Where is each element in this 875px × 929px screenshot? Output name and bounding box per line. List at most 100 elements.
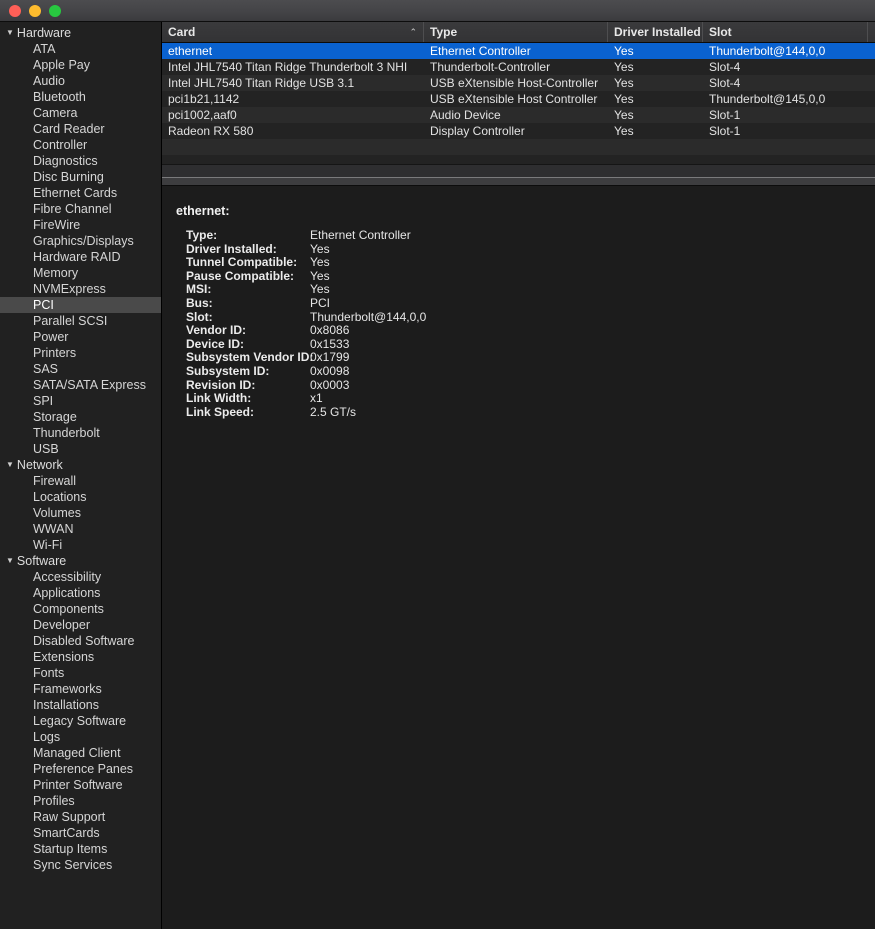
sidebar-group-network[interactable]: ▼Network <box>0 457 161 473</box>
sidebar-group-label: Network <box>17 457 63 473</box>
sidebar-group-software[interactable]: ▼Software <box>0 553 161 569</box>
table-row[interactable]: ethernetEthernet ControllerYesThunderbol… <box>162 43 875 59</box>
triangle-down-icon[interactable]: ▼ <box>6 29 14 37</box>
column-header-card[interactable]: Card⌃ <box>162 22 424 42</box>
close-window-button[interactable] <box>9 5 21 17</box>
sidebar-item-locations[interactable]: Locations <box>0 489 161 505</box>
sidebar-item-power[interactable]: Power <box>0 329 161 345</box>
cell-extra <box>868 43 875 59</box>
triangle-down-icon[interactable]: ▼ <box>6 557 14 565</box>
sidebar-item-profiles[interactable]: Profiles <box>0 793 161 809</box>
sidebar-item-graphics-displays[interactable]: Graphics/Displays <box>0 233 161 249</box>
sidebar-item-fibre-channel[interactable]: Fibre Channel <box>0 201 161 217</box>
sidebar-item-usb[interactable]: USB <box>0 441 161 457</box>
sidebar-item-memory[interactable]: Memory <box>0 265 161 281</box>
detail-property-row: Subsystem Vendor ID:0x1799 <box>186 351 875 365</box>
window-content: ▼HardwareATAApple PayAudioBluetoothCamer… <box>0 22 875 929</box>
detail-property-row: Driver Installed:Yes <box>186 243 875 257</box>
chevron-up-icon: ⌃ <box>409 22 417 42</box>
sidebar-item-firewall[interactable]: Firewall <box>0 473 161 489</box>
cell-type: USB eXtensible Host Controller <box>424 91 608 107</box>
sidebar-item-raw-support[interactable]: Raw Support <box>0 809 161 825</box>
sidebar-item-frameworks[interactable]: Frameworks <box>0 681 161 697</box>
sidebar-item-applications[interactable]: Applications <box>0 585 161 601</box>
triangle-down-icon[interactable]: ▼ <box>6 461 14 469</box>
sidebar-item-camera[interactable]: Camera <box>0 105 161 121</box>
cell-extra <box>868 107 875 123</box>
detail-property-row: Vendor ID:0x8086 <box>186 324 875 338</box>
detail-property-label: Subsystem ID: <box>186 365 310 379</box>
cell-card: ethernet <box>162 43 424 59</box>
detail-property-label: Type: <box>186 229 310 243</box>
sidebar-item-managed-client[interactable]: Managed Client <box>0 745 161 761</box>
sidebar-item-thunderbolt[interactable]: Thunderbolt <box>0 425 161 441</box>
sidebar-item-firewire[interactable]: FireWire <box>0 217 161 233</box>
detail-property-list: Type:Ethernet ControllerDriver Installed… <box>176 229 875 419</box>
sidebar-item-card-reader[interactable]: Card Reader <box>0 121 161 137</box>
sidebar-item-printer-software[interactable]: Printer Software <box>0 777 161 793</box>
detail-property-value: 0x1799 <box>310 351 349 365</box>
sidebar-item-disabled-software[interactable]: Disabled Software <box>0 633 161 649</box>
minimize-window-button[interactable] <box>29 5 41 17</box>
sidebar-item-bluetooth[interactable]: Bluetooth <box>0 89 161 105</box>
traffic-light-group <box>9 5 61 17</box>
sidebar-item-legacy-software[interactable]: Legacy Software <box>0 713 161 729</box>
column-header-extra[interactable] <box>868 22 875 42</box>
sidebar-item-audio[interactable]: Audio <box>0 73 161 89</box>
sidebar-item-sync-services[interactable]: Sync Services <box>0 857 161 873</box>
sidebar-group-hardware[interactable]: ▼Hardware <box>0 25 161 41</box>
sidebar-item-pci[interactable]: PCI <box>0 297 161 313</box>
cell-type: USB eXtensible Host-Controller <box>424 75 608 91</box>
sidebar-item-startup-items[interactable]: Startup Items <box>0 841 161 857</box>
table-header-row[interactable]: Card⌃TypeDriver InstalledSlot <box>162 22 875 43</box>
sidebar-item-printers[interactable]: Printers <box>0 345 161 361</box>
category-sidebar[interactable]: ▼HardwareATAApple PayAudioBluetoothCamer… <box>0 22 162 929</box>
detail-property-row: Tunnel Compatible:Yes <box>186 256 875 270</box>
table-row[interactable]: Intel JHL7540 Titan Ridge Thunderbolt 3 … <box>162 59 875 75</box>
sidebar-item-installations[interactable]: Installations <box>0 697 161 713</box>
column-header-type[interactable]: Type <box>424 22 608 42</box>
sidebar-item-hardware-raid[interactable]: Hardware RAID <box>0 249 161 265</box>
sidebar-item-smartcards[interactable]: SmartCards <box>0 825 161 841</box>
detail-property-label: Bus: <box>186 297 310 311</box>
sidebar-item-disc-burning[interactable]: Disc Burning <box>0 169 161 185</box>
horizontal-scrollbar[interactable] <box>162 164 875 177</box>
column-header-driver[interactable]: Driver Installed <box>608 22 703 42</box>
table-body[interactable]: ethernetEthernet ControllerYesThunderbol… <box>162 43 875 164</box>
detail-property-label: Revision ID: <box>186 379 310 393</box>
sidebar-item-extensions[interactable]: Extensions <box>0 649 161 665</box>
sidebar-item-ethernet-cards[interactable]: Ethernet Cards <box>0 185 161 201</box>
table-row[interactable]: Radeon RX 580Display ControllerYesSlot-1 <box>162 123 875 139</box>
detail-property-row: Pause Compatible:Yes <box>186 270 875 284</box>
sidebar-item-diagnostics[interactable]: Diagnostics <box>0 153 161 169</box>
column-header-slot[interactable]: Slot <box>703 22 868 42</box>
cell-extra <box>868 59 875 75</box>
sidebar-item-ata[interactable]: ATA <box>0 41 161 57</box>
sidebar-item-fonts[interactable]: Fonts <box>0 665 161 681</box>
sidebar-item-logs[interactable]: Logs <box>0 729 161 745</box>
sidebar-item-accessibility[interactable]: Accessibility <box>0 569 161 585</box>
table-row[interactable]: pci1002,aaf0Audio DeviceYesSlot-1 <box>162 107 875 123</box>
sidebar-item-sas[interactable]: SAS <box>0 361 161 377</box>
sidebar-item-developer[interactable]: Developer <box>0 617 161 633</box>
sidebar-item-wwan[interactable]: WWAN <box>0 521 161 537</box>
sidebar-item-storage[interactable]: Storage <box>0 409 161 425</box>
sidebar-item-volumes[interactable]: Volumes <box>0 505 161 521</box>
table-row[interactable]: pci1b21,1142USB eXtensible Host Controll… <box>162 91 875 107</box>
detail-property-value: Ethernet Controller <box>310 229 411 243</box>
sidebar-item-spi[interactable]: SPI <box>0 393 161 409</box>
sidebar-item-sata-sata-express[interactable]: SATA/SATA Express <box>0 377 161 393</box>
system-information-window: ▼HardwareATAApple PayAudioBluetoothCamer… <box>0 0 875 929</box>
sidebar-item-components[interactable]: Components <box>0 601 161 617</box>
sidebar-item-controller[interactable]: Controller <box>0 137 161 153</box>
sidebar-item-preference-panes[interactable]: Preference Panes <box>0 761 161 777</box>
sidebar-item-wi-fi[interactable]: Wi-Fi <box>0 537 161 553</box>
sidebar-item-apple-pay[interactable]: Apple Pay <box>0 57 161 73</box>
sidebar-item-parallel-scsi[interactable]: Parallel SCSI <box>0 313 161 329</box>
maximize-window-button[interactable] <box>49 5 61 17</box>
detail-property-value: Yes <box>310 256 330 270</box>
pane-splitter[interactable] <box>162 177 875 186</box>
sidebar-item-nvmexpress[interactable]: NVMExpress <box>0 281 161 297</box>
table-row[interactable]: Intel JHL7540 Titan Ridge USB 3.1USB eXt… <box>162 75 875 91</box>
detail-property-label: MSI: <box>186 283 310 297</box>
